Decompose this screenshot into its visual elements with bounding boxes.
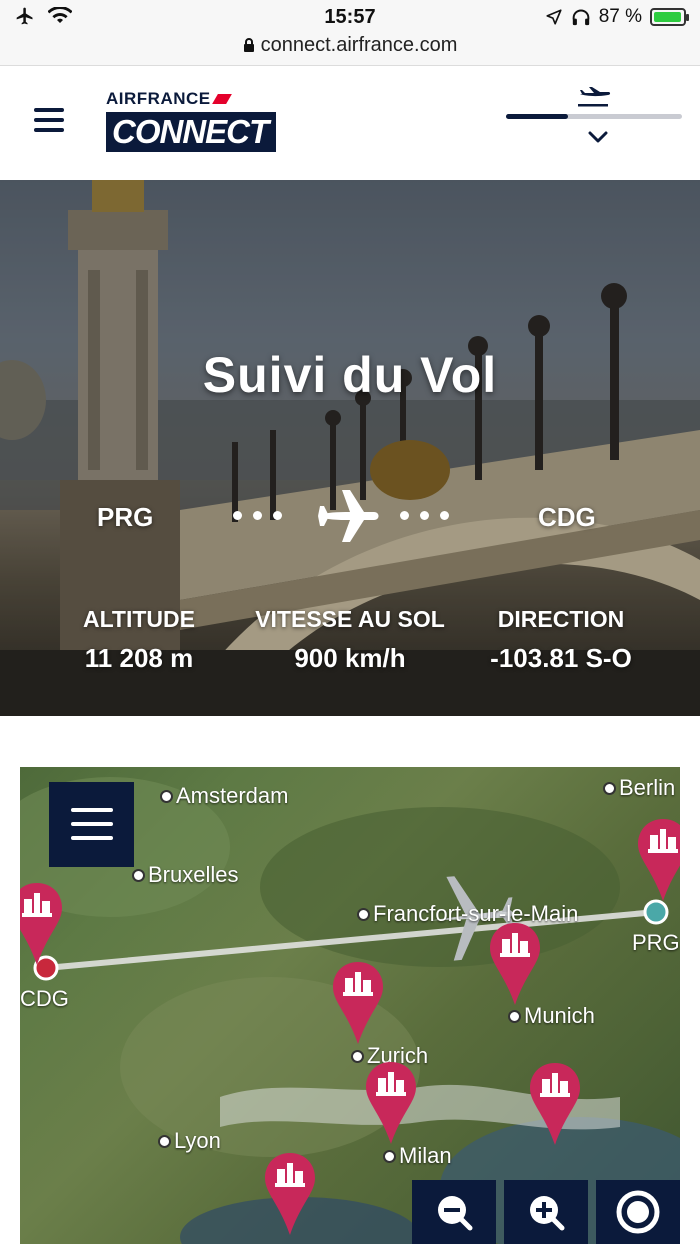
flight-progress-bar xyxy=(506,114,682,119)
poi-pin-icon[interactable] xyxy=(263,1151,317,1237)
zoom-in-icon xyxy=(530,1196,565,1231)
city-label: Bruxelles xyxy=(132,862,238,888)
hamburger-icon[interactable] xyxy=(34,108,64,132)
stat-label: VITESSE AU SOL xyxy=(255,606,445,632)
city-label: Berlin xyxy=(603,775,675,801)
flight-tracking-hero: Suivi du Vol PRG CDG ALTITUDE 11 208 m V… xyxy=(0,180,700,716)
recenter-button[interactable] xyxy=(596,1180,680,1244)
stat-value: 11 208 m xyxy=(84,643,194,673)
city-label: Francfort-sur-le-Main xyxy=(357,901,578,927)
battery-icon xyxy=(650,8,689,26)
destination-airport-label: CDG xyxy=(20,986,69,1011)
status-right: 87 % xyxy=(545,6,689,28)
stat-value: -103.81 S-O xyxy=(490,643,632,673)
city-label: Lyon xyxy=(158,1128,221,1154)
airplane-icon xyxy=(318,490,379,542)
zoom-in-button[interactable] xyxy=(504,1180,588,1244)
destination-code: CDG xyxy=(538,502,596,532)
app-header: AIRFRANCE CONNECT xyxy=(0,66,700,180)
landing-icon xyxy=(578,87,611,107)
page-title: Suivi du Vol xyxy=(202,347,498,403)
city-label: Amsterdam xyxy=(160,783,288,809)
zoom-out-icon xyxy=(438,1196,473,1231)
url-bar[interactable]: connect.airfrance.com xyxy=(0,34,700,57)
poi-pin-icon[interactable] xyxy=(364,1060,418,1146)
origin-code: PRG xyxy=(97,502,154,532)
chevron-down-icon[interactable] xyxy=(588,130,608,144)
status-bar: 15:57 87 % connect.airfrance.com xyxy=(0,0,700,66)
zoom-out-button[interactable] xyxy=(412,1180,496,1244)
city-label: Milan xyxy=(383,1143,452,1169)
logo-connect: CONNECT xyxy=(106,112,276,152)
logo-airfrance: AIRFRANCE xyxy=(106,89,211,108)
stat-value: 900 km/h xyxy=(294,643,406,673)
origin-airport-label: PRG xyxy=(632,930,680,955)
stat-label: ALTITUDE xyxy=(82,606,195,632)
poi-pin-icon[interactable] xyxy=(20,881,64,967)
stat-ground-speed: VITESSE AU SOL 900 km/h xyxy=(246,606,454,674)
flight-map[interactable]: Amsterdam Berlin Bruxelles Francfort-sur… xyxy=(20,767,680,1244)
progress-dots-left xyxy=(233,511,282,520)
poi-pin-icon[interactable] xyxy=(488,921,542,1007)
poi-pin-icon[interactable] xyxy=(528,1061,582,1147)
recenter-icon xyxy=(616,1190,660,1234)
battery-percent: 87 % xyxy=(598,6,642,27)
stat-direction: DIRECTION -103.81 S-O xyxy=(466,606,656,674)
location-icon xyxy=(546,9,562,25)
headphones-icon xyxy=(572,9,590,26)
url-text: connect.airfrance.com xyxy=(260,34,458,56)
stat-label: DIRECTION xyxy=(497,606,625,632)
poi-pin-icon[interactable] xyxy=(636,817,680,903)
stat-altitude: ALTITUDE 11 208 m xyxy=(66,606,212,674)
map-menu-button[interactable] xyxy=(49,782,134,867)
lock-icon xyxy=(243,38,254,52)
progress-dots-right xyxy=(400,511,449,520)
airfrance-connect-logo[interactable]: AIRFRANCE CONNECT xyxy=(106,90,276,154)
poi-pin-icon[interactable] xyxy=(331,960,385,1046)
